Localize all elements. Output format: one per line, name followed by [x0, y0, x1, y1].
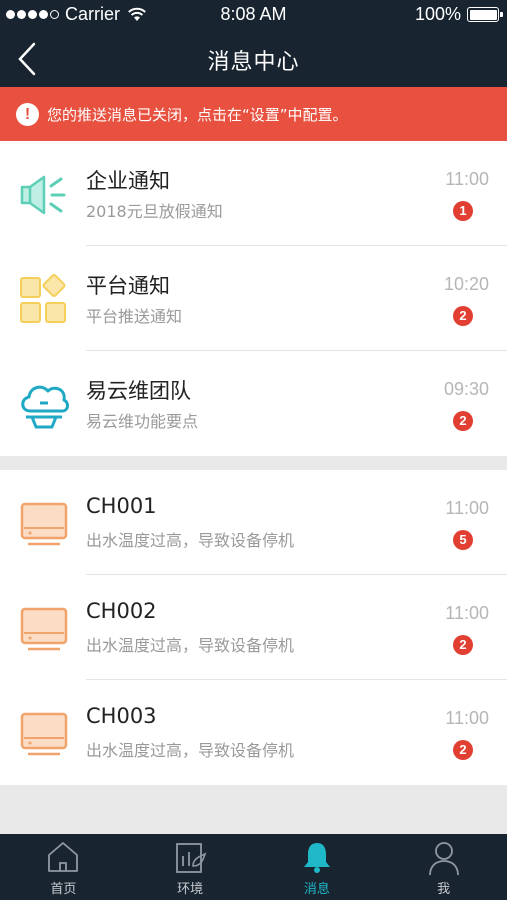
environment-icon [176, 843, 207, 873]
nav-bar: 消息中心 [0, 30, 507, 87]
message-subtitle: 平台推送通知 [86, 307, 183, 326]
tab-home[interactable]: 首页 [0, 834, 127, 900]
message-row-ch001[interactable]: CH001 出水温度过高，导致设备停机 11:00 5 [0, 470, 507, 575]
unread-badge: 1 [453, 201, 473, 221]
message-row-ch002[interactable]: CH002 出水温度过高，导致设备停机 11:00 2 [0, 575, 507, 680]
message-row-ch003[interactable]: CH003 出水温度过高，导致设备停机 11:00 2 [0, 680, 507, 785]
status-bar: Carrier 8:08 AM 100% [0, 0, 507, 30]
message-subtitle: 出水温度过高，导致设备停机 [86, 741, 295, 760]
user-icon [428, 842, 459, 876]
home-icon [48, 842, 79, 872]
message-time: 11:00 [445, 169, 489, 189]
unread-badge: 2 [453, 411, 473, 431]
grid-icon [20, 274, 66, 323]
bell-icon [303, 843, 330, 873]
unread-badge: 2 [453, 306, 473, 326]
page-title: 消息中心 [207, 50, 300, 75]
status-right: 100% [414, 4, 503, 25]
tab-environment[interactable]: 环境 [127, 834, 254, 900]
tab-me[interactable]: 我 [380, 834, 507, 900]
message-time: 11:00 [445, 603, 489, 623]
message-subtitle: 2018元旦放假通知 [86, 202, 223, 221]
tab-messages[interactable]: 消息 [254, 834, 381, 900]
message-time: 10:20 [443, 274, 489, 294]
message-subtitle: 出水温度过高，导致设备停机 [86, 636, 295, 655]
message-title: CH002 [86, 599, 157, 623]
message-subtitle: 易云维功能要点 [86, 412, 199, 431]
message-subtitle: 出水温度过高，导致设备停机 [86, 531, 295, 550]
push-disabled-banner[interactable]: ! 您的推送消息已关闭，点击在“设置”中配置。 [0, 87, 507, 141]
tab-label: 我 [437, 882, 451, 897]
tab-bar: 首页 环境 消息 我 [0, 834, 507, 900]
message-time: 09:30 [443, 379, 489, 399]
unread-badge: 2 [453, 740, 473, 760]
message-title: 企业通知 [86, 169, 170, 193]
megaphone-icon [20, 175, 66, 215]
message-title: 易云维团队 [86, 379, 191, 403]
unread-badge: 5 [453, 530, 473, 550]
message-row-team[interactable]: 易云维团队 易云维功能要点 09:30 2 [0, 351, 507, 456]
device-message-list: CH001 出水温度过高，导致设备停机 11:00 5 CH002 出水温度过高… [0, 470, 507, 785]
device-icon [20, 712, 68, 756]
message-title: 平台通知 [86, 274, 170, 298]
battery-icon [467, 7, 503, 22]
message-time: 11:00 [445, 708, 489, 728]
alert-text: 您的推送消息已关闭，点击在“设置”中配置。 [47, 105, 348, 124]
device-icon [20, 502, 68, 546]
device-icon [20, 607, 68, 651]
tab-label: 环境 [177, 882, 204, 897]
message-title: CH001 [86, 494, 157, 518]
message-title: CH003 [86, 704, 157, 728]
exclamation-icon: ! [16, 102, 39, 126]
cloud-icon [21, 385, 70, 429]
tab-label: 消息 [303, 882, 330, 897]
system-message-list: 企业通知 2018元旦放假通知 11:00 1 平台通知 平台推送通知 10:2… [0, 141, 507, 456]
unread-badge: 2 [453, 635, 473, 655]
message-time: 11:00 [445, 498, 489, 518]
message-row-platform[interactable]: 平台通知 平台推送通知 10:20 2 [0, 246, 507, 351]
message-row-enterprise[interactable]: 企业通知 2018元旦放假通知 11:00 1 [0, 141, 507, 246]
battery-label: 100% [414, 4, 461, 24]
tab-label: 首页 [50, 882, 77, 897]
